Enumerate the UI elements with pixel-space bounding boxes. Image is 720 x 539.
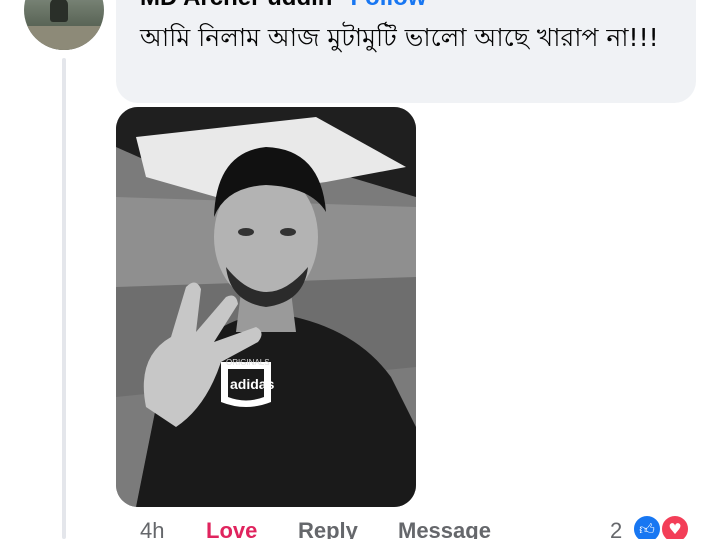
photo-illustration: ORIGINALS adidas: [116, 107, 416, 507]
shirt-text-large: adidas: [230, 376, 275, 392]
author-name[interactable]: MD Archer uddin: [140, 0, 332, 11]
reply-button[interactable]: Reply: [298, 518, 358, 539]
comment-header: MD Archer uddin · Follow: [140, 0, 426, 12]
avatar-person: [50, 0, 68, 22]
comment-photo[interactable]: ORIGINALS adidas: [116, 107, 416, 507]
shirt-text-small: ORIGINALS: [226, 358, 270, 367]
reaction-count: 2: [610, 518, 623, 539]
comment-text: আমি নিলাম আজ মুটামুটি ভালো আছে খারাপ না!…: [140, 23, 659, 52]
comment-thread: MD Archer uddin · Follow আমি নিলাম আজ মুটা…: [0, 0, 720, 539]
avatar[interactable]: [24, 0, 104, 50]
love-button[interactable]: Love: [206, 518, 257, 539]
like-icon: 👍︎: [632, 514, 662, 539]
thread-line: [62, 58, 66, 539]
message-button[interactable]: Message: [398, 518, 491, 539]
avatar-background: [24, 26, 104, 50]
follow-link[interactable]: Follow: [350, 0, 426, 11]
separator-dot: ·: [338, 0, 346, 11]
timestamp[interactable]: 4h: [140, 518, 164, 539]
heart-icon: ♥: [660, 514, 690, 539]
